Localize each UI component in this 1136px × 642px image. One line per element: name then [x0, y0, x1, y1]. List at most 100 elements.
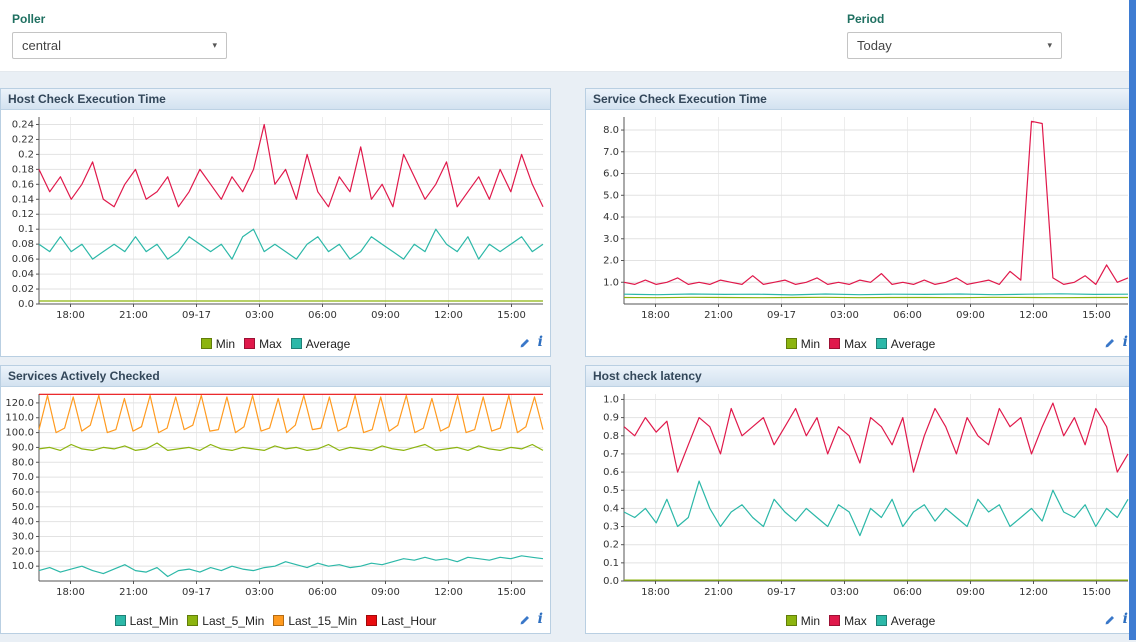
svg-text:18:00: 18:00 — [56, 587, 85, 598]
svg-text:80.0: 80.0 — [12, 457, 34, 468]
svg-text:0.02: 0.02 — [12, 284, 34, 295]
chart-plot: 18:0021:0009-1703:0006:0009:0012:0015:00… — [586, 387, 1135, 608]
svg-text:15:00: 15:00 — [1082, 587, 1111, 598]
svg-text:09-17: 09-17 — [182, 310, 211, 321]
panel-header: Services Actively Checked — [1, 366, 550, 387]
svg-text:12:00: 12:00 — [1019, 587, 1048, 598]
panel-icons: i — [518, 335, 543, 349]
legend-item-min[interactable]: Min — [786, 337, 820, 351]
legend-item-average[interactable]: Average — [876, 337, 935, 351]
svg-text:110.0: 110.0 — [5, 413, 34, 424]
svg-text:12:00: 12:00 — [434, 310, 463, 321]
svg-text:18:00: 18:00 — [641, 587, 670, 598]
legend-label: Average — [891, 614, 935, 628]
legend-label: Average — [891, 337, 935, 351]
info-icon[interactable]: i — [1123, 335, 1128, 349]
info-icon[interactable]: i — [1123, 612, 1128, 626]
legend-item-min[interactable]: Min — [786, 614, 820, 628]
legend-swatch — [244, 338, 255, 349]
svg-text:21:00: 21:00 — [119, 310, 148, 321]
chart-panel-host-check-execution-time: Host Check Execution Time 18:0021:0009-1… — [0, 88, 551, 357]
svg-text:0.7: 0.7 — [603, 449, 619, 460]
svg-text:20.0: 20.0 — [12, 546, 34, 557]
legend-item-max[interactable]: Max — [829, 614, 867, 628]
poller-select[interactable]: central ▾ — [12, 32, 227, 59]
legend-item-last_15_min[interactable]: Last_15_Min — [273, 614, 357, 628]
chart-legend: Min Max Average — [201, 337, 351, 351]
legend-swatch — [786, 338, 797, 349]
svg-text:09-17: 09-17 — [767, 587, 796, 598]
svg-text:09:00: 09:00 — [956, 587, 985, 598]
poller-filter: Poller central ▾ — [12, 12, 227, 59]
legend-swatch — [366, 615, 377, 626]
legend-swatch — [201, 338, 212, 349]
svg-text:12:00: 12:00 — [434, 587, 463, 598]
panel-header: Host check latency — [586, 366, 1135, 387]
svg-text:8.0: 8.0 — [603, 125, 619, 136]
legend-item-last_hour[interactable]: Last_Hour — [366, 614, 436, 628]
svg-text:09:00: 09:00 — [956, 310, 985, 321]
legend-label: Max — [844, 337, 867, 351]
svg-text:0.4: 0.4 — [603, 503, 619, 514]
svg-text:0.18: 0.18 — [12, 164, 34, 175]
legend-label: Last_Min — [130, 614, 179, 628]
panel-footer: Min Max Average i — [1, 331, 550, 356]
filter-bar: Poller central ▾ Period Today ▾ — [0, 0, 1136, 72]
legend-item-last_5_min[interactable]: Last_5_Min — [187, 614, 264, 628]
legend-label: Last_5_Min — [202, 614, 264, 628]
info-icon[interactable]: i — [538, 612, 543, 626]
svg-text:03:00: 03:00 — [830, 587, 859, 598]
edit-icon[interactable] — [1103, 336, 1116, 349]
legend-item-average[interactable]: Average — [876, 614, 935, 628]
svg-text:40.0: 40.0 — [12, 517, 34, 528]
svg-text:4.0: 4.0 — [603, 212, 619, 223]
svg-text:0.06: 0.06 — [12, 254, 34, 265]
svg-text:0.1: 0.1 — [603, 558, 619, 569]
svg-text:06:00: 06:00 — [308, 587, 337, 598]
svg-text:0.16: 0.16 — [12, 179, 34, 190]
period-filter: Period Today ▾ — [847, 12, 1062, 59]
chart-legend: Last_Min Last_5_Min Last_15_Min Last_Hour — [115, 614, 437, 628]
panel-icons: i — [518, 612, 543, 626]
period-select[interactable]: Today ▾ — [847, 32, 1062, 59]
svg-text:21:00: 21:00 — [704, 587, 733, 598]
chart-panel-host-check-latency: Host check latency 18:00 21:00 09-17 03:00 0… — [585, 365, 1136, 634]
legend-swatch — [876, 338, 887, 349]
line-chart: 18:0021:0009-1703:0006:0009:0012:0015:00… — [1, 110, 550, 326]
svg-text:0.6: 0.6 — [603, 467, 619, 478]
svg-text:0.0: 0.0 — [603, 576, 619, 587]
svg-text:15:00: 15:00 — [497, 587, 526, 598]
svg-text:03:00: 03:00 — [245, 587, 274, 598]
scrollbar[interactable] — [1129, 0, 1136, 640]
panel-title: Host check latency — [593, 369, 702, 383]
svg-text:03:00: 03:00 — [245, 310, 274, 321]
legend-label: Average — [306, 337, 350, 351]
panel-icons: i — [1103, 335, 1128, 349]
chevron-down-icon: ▾ — [212, 40, 217, 51]
legend-swatch — [829, 615, 840, 626]
svg-text:06:00: 06:00 — [308, 310, 337, 321]
svg-text:0.8: 0.8 — [603, 431, 619, 442]
chart-plot: 18:0021:0009-1703:0006:0009:0012:0015:00… — [586, 110, 1135, 331]
svg-text:0.9: 0.9 — [603, 413, 619, 424]
edit-icon[interactable] — [518, 336, 531, 349]
legend-item-max[interactable]: Max — [244, 337, 282, 351]
svg-text:0.5: 0.5 — [603, 485, 619, 496]
svg-text:100.0: 100.0 — [5, 428, 34, 439]
svg-text:21:00: 21:00 — [119, 587, 148, 598]
panel-footer: Min Max Average i — [586, 608, 1135, 633]
svg-text:60.0: 60.0 — [12, 487, 34, 498]
svg-text:1.0: 1.0 — [603, 394, 619, 405]
info-icon[interactable]: i — [538, 335, 543, 349]
period-label: Period — [847, 12, 1062, 26]
edit-icon[interactable] — [1103, 613, 1116, 626]
legend-item-max[interactable]: Max — [829, 337, 867, 351]
legend-item-last_min[interactable]: Last_Min — [115, 614, 179, 628]
legend-swatch — [786, 615, 797, 626]
legend-item-average[interactable]: Average — [291, 337, 350, 351]
svg-text:18:00: 18:00 — [56, 310, 85, 321]
legend-item-min[interactable]: Min — [201, 337, 235, 351]
chart-plot: 18:0021:0009-1703:0006:0009:0012:0015:00… — [1, 387, 550, 608]
svg-text:0.22: 0.22 — [12, 134, 34, 145]
edit-icon[interactable] — [518, 613, 531, 626]
